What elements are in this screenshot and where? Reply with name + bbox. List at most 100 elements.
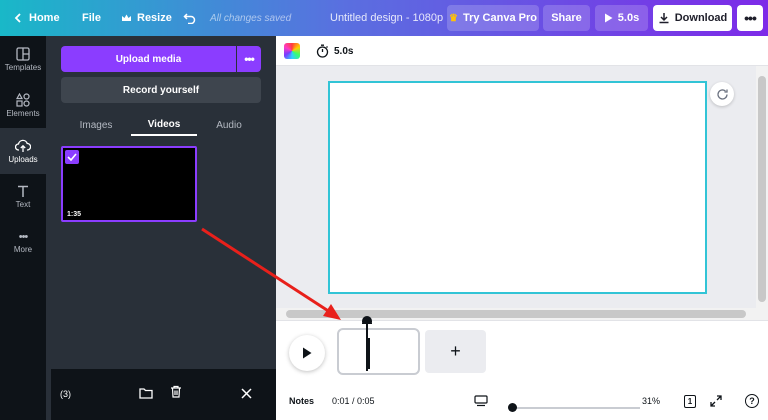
rail-item-more[interactable]: ••• More <box>0 220 46 266</box>
add-page-button[interactable]: + <box>425 330 486 373</box>
folder-icon[interactable] <box>139 386 153 404</box>
design-title[interactable]: Untitled design - 1080p <box>330 0 443 36</box>
play-icon <box>604 13 613 23</box>
refresh-icon[interactable] <box>710 82 734 106</box>
file-menu[interactable]: File <box>82 0 101 36</box>
video-thumbnail[interactable]: 1:35 <box>61 146 197 222</box>
elements-icon <box>16 92 30 107</box>
share-button[interactable]: Share <box>543 5 590 31</box>
uploads-panel: Upload media ••• Record yourself Images … <box>46 36 281 420</box>
record-yourself-label: Record yourself <box>122 84 200 96</box>
vertical-scrollbar[interactable] <box>756 66 768 320</box>
ellipsis-icon: ••• <box>244 52 255 66</box>
try-canva-pro-button[interactable]: ♛ Try Canva Pro <box>447 5 539 31</box>
page-icon: 1 <box>684 394 696 408</box>
rail-item-text[interactable]: Text <box>0 174 46 220</box>
upload-media-label: Upload media <box>115 53 182 65</box>
plus-icon: + <box>450 341 461 361</box>
rail-label-templates: Templates <box>4 62 42 72</box>
more-dots-icon: ••• <box>18 231 29 243</box>
play-icon <box>303 347 312 359</box>
upload-media-button[interactable]: Upload media <box>61 46 236 72</box>
zoom-slider-track[interactable] <box>512 407 640 409</box>
tab-videos-label: Videos <box>147 118 181 130</box>
timeline: + <box>276 316 768 382</box>
selection-bar: (3) <box>51 369 281 420</box>
fullscreen-icon[interactable] <box>710 382 722 420</box>
download-button[interactable]: Download <box>653 5 732 31</box>
undo-button[interactable] <box>183 0 196 36</box>
resize-label: Resize <box>137 12 172 24</box>
design-canvas[interactable] <box>328 81 707 294</box>
tab-images[interactable]: Images <box>74 114 118 136</box>
share-label: Share <box>551 12 582 24</box>
ellipsis-icon: ••• <box>744 10 757 26</box>
timeline-toggle-icon[interactable] <box>474 382 488 420</box>
rail-item-templates[interactable]: Templates <box>0 36 46 82</box>
tab-audio[interactable]: Audio <box>211 114 247 136</box>
playhead-top[interactable] <box>362 318 372 324</box>
crown-icon: ♛ <box>449 12 458 24</box>
selection-count: (3) <box>60 389 71 399</box>
footer-bar: Notes 0:01 / 0:05 31% 1 ? <box>276 382 768 420</box>
rail-label-text: Text <box>15 200 31 209</box>
rail-item-elements[interactable]: Elements <box>0 82 46 128</box>
text-icon <box>18 185 28 197</box>
download-icon <box>659 13 669 24</box>
scrollbar-thumb[interactable] <box>286 310 746 318</box>
rail-item-uploads[interactable]: Uploads <box>0 128 46 174</box>
help-label: ? <box>749 396 755 406</box>
rail-label-uploads: Uploads <box>8 154 38 164</box>
duration-label: 5.0s <box>334 45 354 57</box>
upload-cloud-icon <box>15 139 31 152</box>
try-pro-label: Try Canva Pro <box>462 12 537 24</box>
rail-label-elements: Elements <box>6 108 40 118</box>
page-number: 1 <box>687 396 693 406</box>
upload-options-button[interactable]: ••• <box>237 46 261 72</box>
editor-area: 5.0s <box>276 36 768 320</box>
tab-images-label: Images <box>79 119 113 131</box>
duration-control[interactable]: 5.0s <box>316 36 353 66</box>
horizontal-scrollbar[interactable] <box>276 308 756 320</box>
tab-audio-label: Audio <box>216 119 242 131</box>
help-button[interactable]: ? <box>745 382 759 420</box>
close-icon[interactable] <box>241 386 252 404</box>
left-rail: Templates Elements Uploads Text ••• More <box>0 36 46 420</box>
playhead-line <box>366 322 368 371</box>
save-status: All changes saved <box>210 12 292 24</box>
present-play-button[interactable]: 5.0s <box>595 5 648 31</box>
crown-icon <box>122 14 131 21</box>
record-yourself-button[interactable]: Record yourself <box>61 77 261 103</box>
timer-icon <box>316 44 329 58</box>
scrollbar-thumb[interactable] <box>758 76 766 302</box>
video-duration: 1:35 <box>67 211 82 218</box>
clip-marker <box>368 338 370 369</box>
rail-label-more: More <box>13 245 33 254</box>
page-count-button[interactable]: 1 <box>684 382 696 420</box>
timeline-clip[interactable] <box>337 328 420 375</box>
editor-toolbar: 5.0s <box>276 36 768 66</box>
tab-videos[interactable]: Videos <box>131 114 197 136</box>
more-menu-button[interactable]: ••• <box>737 5 763 31</box>
download-label: Download <box>674 12 728 24</box>
trash-icon[interactable] <box>170 385 182 403</box>
notes-button[interactable]: Notes <box>289 382 314 420</box>
chevron-left-icon <box>14 13 21 23</box>
templates-icon <box>16 46 30 61</box>
notes-label: Notes <box>289 396 315 406</box>
undo-icon <box>183 13 196 24</box>
top-bar: Home File Resize All changes saved Untit… <box>0 0 768 36</box>
selected-check-icon[interactable] <box>65 150 79 164</box>
zoom-level[interactable]: 31% <box>642 382 660 420</box>
play-duration: 5.0s <box>617 12 640 24</box>
playback-time: 0:01 / 0:05 <box>332 396 375 406</box>
color-picker-icon[interactable] <box>284 43 300 59</box>
home-button[interactable]: Home <box>12 0 60 36</box>
resize-button[interactable]: Resize <box>121 0 172 36</box>
zoom-slider-handle[interactable] <box>508 403 517 412</box>
file-label: File <box>82 12 101 24</box>
help-icon: ? <box>745 394 759 408</box>
home-label: Home <box>29 12 60 24</box>
canva-editor: Home File Resize All changes saved Untit… <box>0 0 768 420</box>
timeline-play-button[interactable] <box>289 335 325 371</box>
